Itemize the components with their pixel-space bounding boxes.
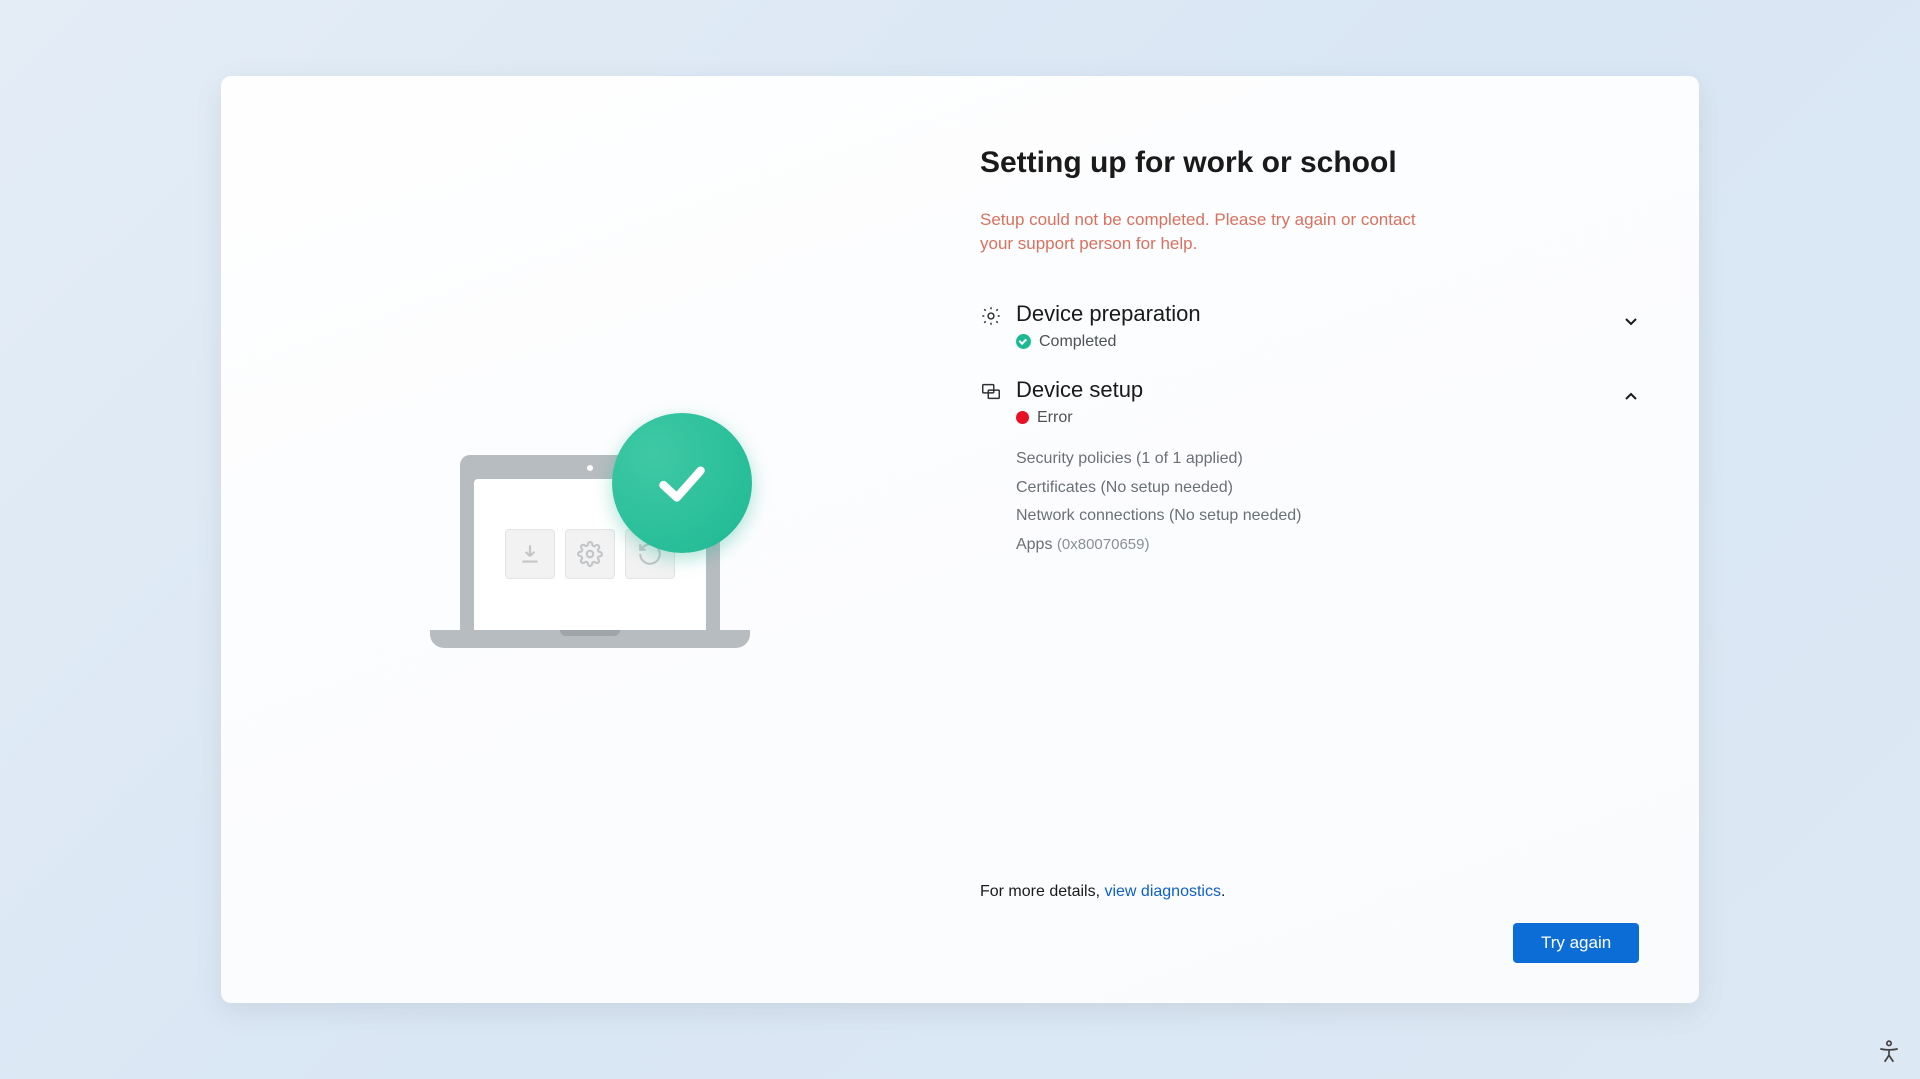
section-details: Security policies (1 of 1 applied) Certi… xyxy=(1016,445,1639,560)
detail-certificates: Certificates (No setup needed) xyxy=(1016,474,1639,503)
status-row: Error xyxy=(1016,409,1143,427)
section-header-preparation[interactable]: Device preparation Completed xyxy=(980,301,1639,351)
setup-card: Setting up for work or school Setup coul… xyxy=(221,76,1699,1004)
detail-security: Security policies (1 of 1 applied) xyxy=(1016,445,1639,474)
camera-dot-icon xyxy=(587,465,593,471)
success-icon xyxy=(1016,334,1031,349)
detail-network: Network connections (No setup needed) xyxy=(1016,502,1639,531)
section-title: Device setup xyxy=(1016,377,1143,403)
section-device-preparation: Device preparation Completed xyxy=(980,301,1639,351)
download-icon xyxy=(505,529,555,579)
section-heading-wrap: Device setup Error xyxy=(1016,377,1143,427)
try-again-button[interactable]: Try again xyxy=(1513,923,1639,963)
section-title: Device preparation xyxy=(1016,301,1201,327)
status-text: Completed xyxy=(1039,333,1116,351)
error-message: Setup could not be completed. Please try… xyxy=(980,208,1420,257)
illustration-pane xyxy=(221,76,960,1004)
view-diagnostics-link[interactable]: view diagnostics xyxy=(1104,883,1221,900)
error-icon xyxy=(1016,411,1029,424)
gear-icon xyxy=(980,305,1002,327)
laptop-screen xyxy=(460,455,720,630)
laptop-illustration xyxy=(430,455,750,685)
status-row: Completed xyxy=(1016,333,1201,351)
chevron-down-icon xyxy=(1623,313,1639,329)
section-heading-wrap: Device preparation Completed xyxy=(1016,301,1201,351)
details-prefix: For more details, xyxy=(980,883,1104,900)
page-title: Setting up for work or school xyxy=(980,146,1639,180)
detail-apps-label: Apps xyxy=(1016,536,1057,553)
laptop-notch xyxy=(560,630,620,636)
status-text: Error xyxy=(1037,409,1073,427)
details-suffix: . xyxy=(1221,883,1225,900)
content-pane: Setting up for work or school Setup coul… xyxy=(960,76,1699,1004)
laptop-base xyxy=(430,630,750,648)
devices-icon xyxy=(980,381,1002,403)
button-row: Try again xyxy=(980,923,1639,963)
spacer xyxy=(980,586,1639,883)
detail-apps: Apps (0x80070659) xyxy=(1016,531,1639,560)
chevron-up-icon xyxy=(1623,389,1639,405)
gear-icon xyxy=(565,529,615,579)
checkmark-badge-icon xyxy=(612,413,752,553)
details-footer: For more details, view diagnostics. xyxy=(980,883,1639,901)
section-header-setup[interactable]: Device setup Error xyxy=(980,377,1639,427)
section-device-setup: Device setup Error Security policies (1 … xyxy=(980,377,1639,560)
accessibility-icon[interactable] xyxy=(1876,1039,1902,1065)
detail-apps-code: (0x80070659) xyxy=(1057,536,1150,553)
